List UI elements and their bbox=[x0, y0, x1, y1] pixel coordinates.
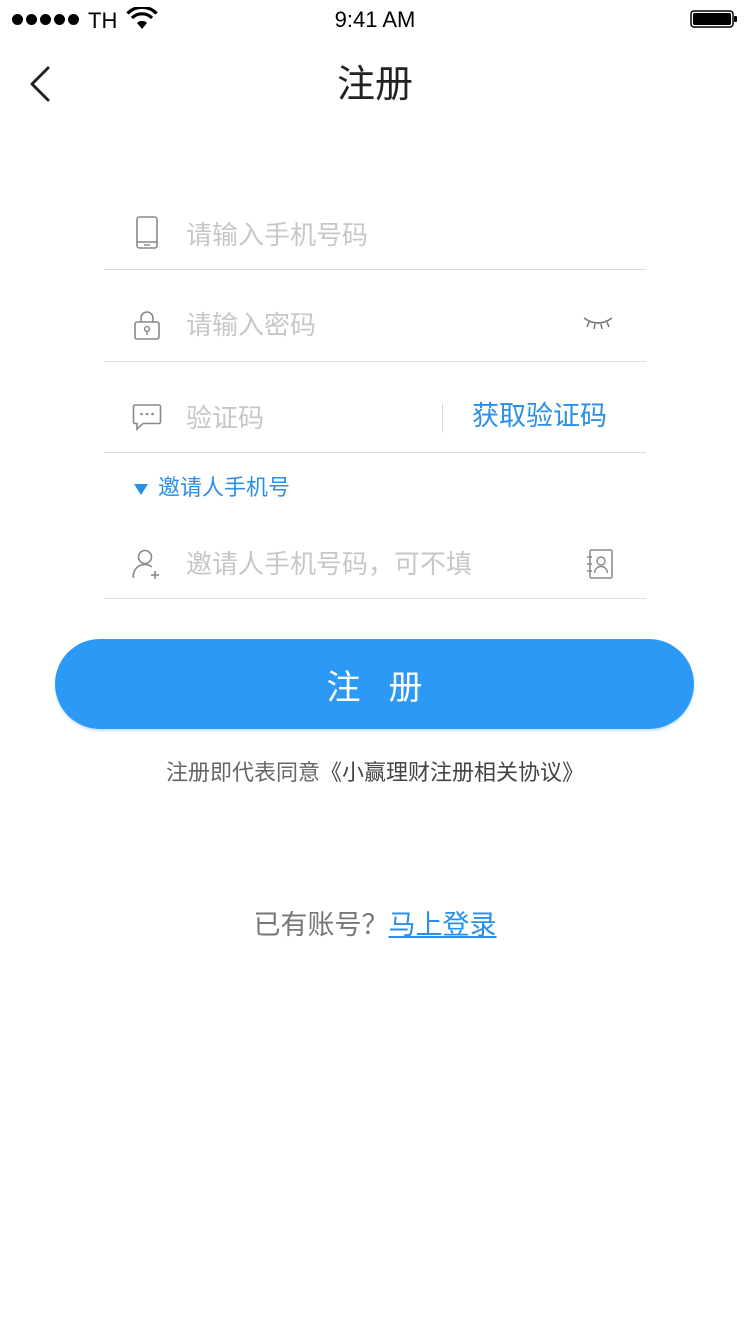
phone-input[interactable] bbox=[186, 216, 606, 256]
agreement-text: 注册即代表同意《小赢理财注册相关协议》 bbox=[0, 758, 750, 790]
status-bar: TH 9:41 AM bbox=[0, 0, 750, 40]
agreement-prefix: 注册即代表同意 bbox=[165, 761, 320, 786]
verification-code-row: 获取验证码 bbox=[104, 383, 646, 453]
register-button[interactable]: 注册 bbox=[55, 639, 694, 729]
message-icon bbox=[132, 404, 162, 431]
triangle-down-icon bbox=[134, 483, 148, 495]
invite-toggle-label: 邀请人手机号 bbox=[158, 476, 291, 501]
battery-icon bbox=[690, 10, 737, 28]
invite-phone-input[interactable] bbox=[186, 545, 566, 585]
clock: 9:41 AM bbox=[334, 7, 416, 32]
login-link[interactable]: 马上登录 bbox=[389, 910, 497, 941]
agreement-link[interactable]: 《小赢理财注册相关协议》 bbox=[320, 761, 584, 786]
lock-icon bbox=[134, 311, 160, 340]
password-input[interactable] bbox=[186, 306, 546, 346]
add-user-icon bbox=[132, 549, 159, 579]
invite-toggle[interactable]: 邀请人手机号 bbox=[134, 474, 290, 504]
eye-closed-icon[interactable] bbox=[582, 312, 614, 332]
login-prompt-line: 已有账号？马上登录 bbox=[0, 906, 750, 946]
code-divider bbox=[442, 403, 443, 433]
verification-code-input[interactable] bbox=[186, 399, 416, 439]
phone-icon bbox=[136, 216, 158, 249]
page-title: 注册 bbox=[336, 62, 413, 106]
nav-bar: 注册 bbox=[0, 40, 750, 130]
get-code-button[interactable]: 获取验证码 bbox=[472, 397, 607, 437]
password-row bbox=[104, 290, 646, 362]
contacts-icon[interactable] bbox=[586, 549, 614, 579]
phone-row bbox=[104, 200, 646, 270]
invite-row bbox=[104, 529, 646, 599]
login-prompt: 已有账号？ bbox=[253, 910, 389, 941]
